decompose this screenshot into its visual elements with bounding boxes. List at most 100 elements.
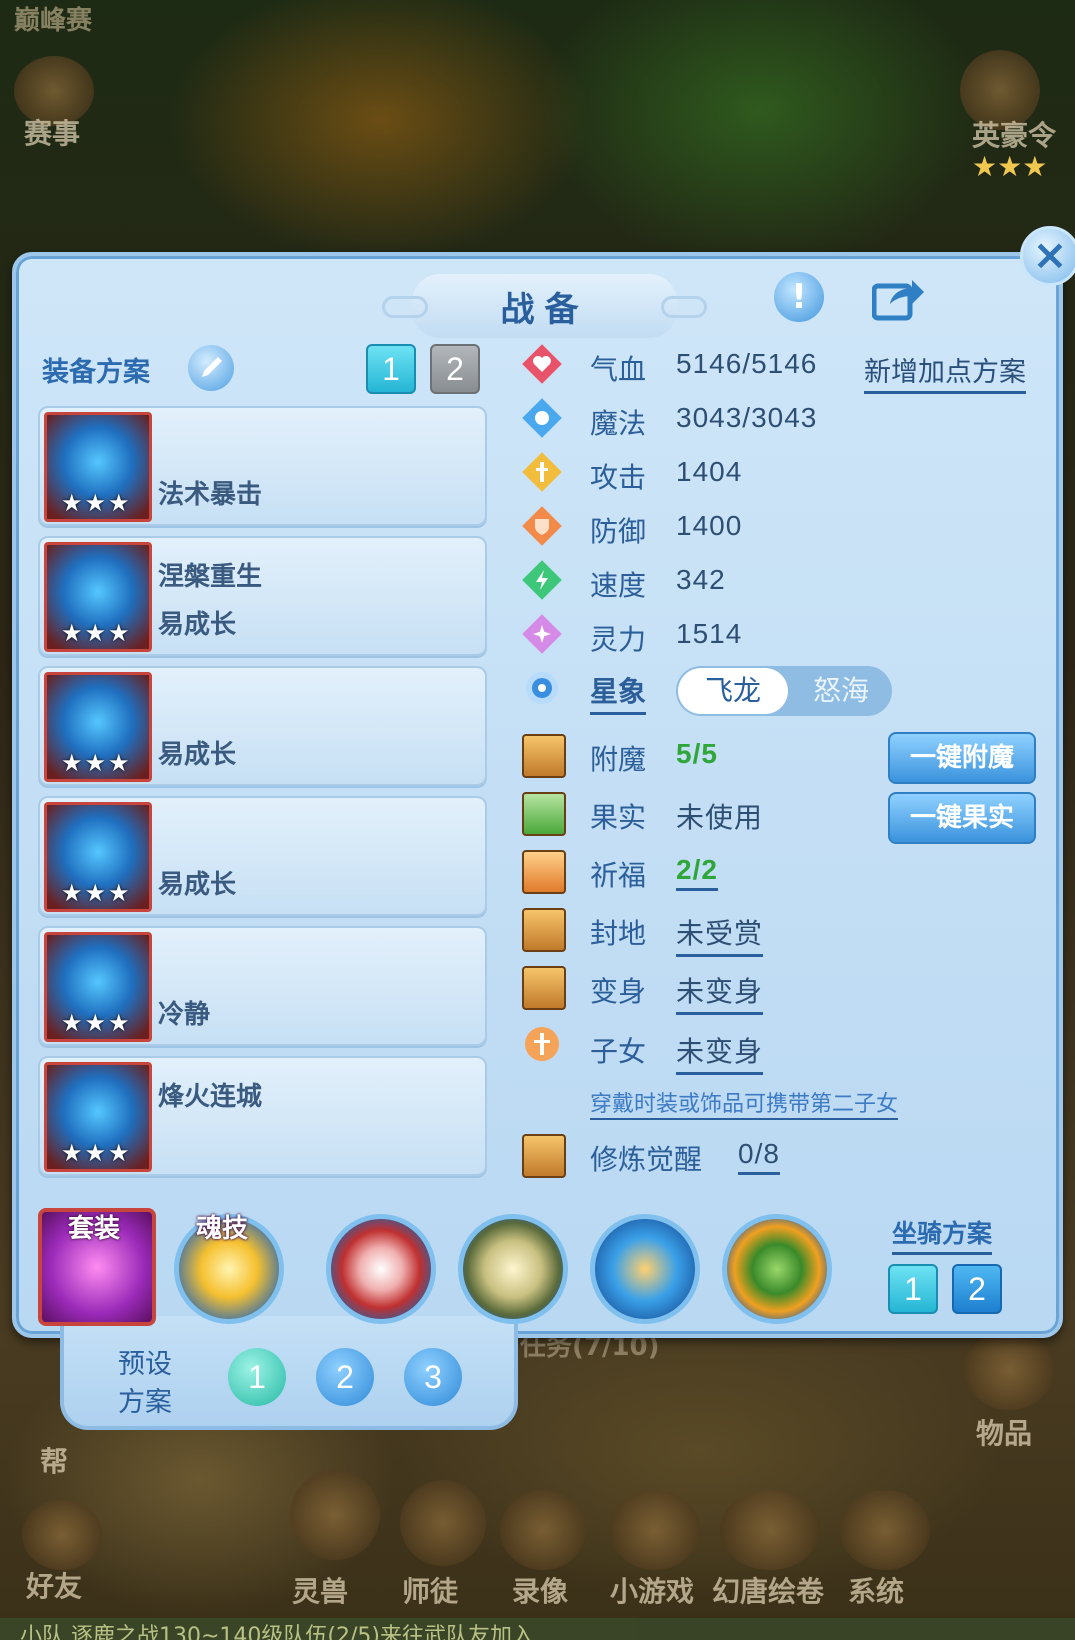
awaken-value[interactable]: 0/8 — [738, 1138, 780, 1175]
belt-icon: ★★★ — [44, 932, 152, 1042]
pet-icon[interactable] — [290, 1470, 380, 1560]
blessing-icon — [522, 850, 566, 894]
close-button[interactable]: × — [1020, 226, 1075, 286]
stat-mp-value: 3043/3043 — [676, 402, 818, 433]
fruit-icon — [522, 792, 566, 836]
slot-boots-special: 烽火连城 — [158, 1082, 263, 1112]
children-value[interactable]: 未变身 — [676, 1030, 764, 1075]
preset-label-bottom: 方案 — [118, 1387, 172, 1418]
equip-slot-weapon[interactable]: ★★★ 法术暴击 — [38, 406, 487, 526]
nav-pet[interactable]: 灵兽 — [292, 1570, 348, 1610]
constellation-option-flying-dragon[interactable]: 飞龙 — [678, 668, 788, 714]
panel-title: 战备 — [382, 274, 707, 338]
heart-icon — [522, 344, 562, 384]
friends-icon[interactable] — [22, 1500, 102, 1570]
fief-icon — [522, 908, 566, 952]
slot-helmet-effect: 易成长 — [158, 610, 237, 640]
spirit-icon — [522, 614, 562, 654]
blessing-value[interactable]: 2/2 — [676, 854, 718, 891]
nav-mentor[interactable]: 师徒 — [402, 1570, 458, 1610]
share-icon[interactable] — [872, 274, 926, 322]
items-label[interactable]: 物品 — [976, 1412, 1032, 1452]
slot-necklace-effect: 易成长 — [158, 870, 237, 900]
replay-icon[interactable] — [500, 1490, 586, 1570]
enchant-icon — [522, 734, 566, 778]
peak-match-label[interactable]: 巅峰赛 — [14, 0, 92, 37]
children-label: 子女 — [590, 1035, 647, 1068]
stat-mp-label: 魔法 — [590, 407, 647, 440]
skill-slot-3-icon[interactable] — [590, 1214, 700, 1324]
necklace-icon: ★★★ — [44, 802, 152, 912]
blessing-label: 祈福 — [590, 859, 647, 892]
stat-speed-value: 342 — [676, 564, 726, 595]
event-label[interactable]: 赛事 — [24, 112, 80, 152]
scroll-icon[interactable] — [720, 1490, 820, 1570]
constellation-label: 星象 — [590, 670, 647, 715]
weapon-icon: ★★★ — [44, 412, 152, 522]
nav-friends[interactable]: 好友 — [26, 1565, 82, 1605]
constellation-option-angry-sea[interactable]: 怒海 — [792, 668, 890, 714]
equip-plan-2-button[interactable]: 2 — [430, 344, 480, 394]
add-point-plan-link[interactable]: 新增加点方案 — [864, 350, 1026, 394]
minigame-icon[interactable] — [610, 1490, 700, 1570]
enchant-value: 5/5 — [676, 738, 718, 769]
soul-skill-label: 魂技 — [196, 1214, 249, 1244]
info-icon[interactable]: ! — [774, 272, 824, 322]
constellation-toggle[interactable]: 飞龙 怒海 — [676, 666, 892, 716]
sword-icon — [522, 452, 562, 492]
nav-minigame[interactable]: 小游戏 — [610, 1570, 694, 1610]
slot-armor-effect: 易成长 — [158, 740, 237, 770]
star-rating: ★★★ — [61, 489, 132, 517]
fruit-all-button[interactable]: 一键果实 — [888, 792, 1036, 844]
nav-replay[interactable]: 录像 — [512, 1570, 568, 1610]
equip-slot-necklace[interactable]: ★★★ 易成长 — [38, 796, 487, 916]
skill-slot-1-icon[interactable] — [326, 1214, 436, 1324]
chat-ticker[interactable]: 小队 逐鹿之战130~140级队伍(2/5)来往武队友加入 — [0, 1618, 1075, 1640]
fief-label: 封地 — [590, 917, 647, 950]
hero-token-label[interactable]: 英豪令 — [972, 114, 1056, 154]
mana-icon — [522, 398, 562, 438]
lightning-icon — [522, 560, 562, 600]
transform-value[interactable]: 未变身 — [676, 970, 764, 1015]
equip-slot-boots[interactable]: ★★★ 烽火连城 — [38, 1056, 487, 1176]
stat-attack-label: 攻击 — [590, 461, 647, 494]
transform-icon — [522, 966, 566, 1010]
shield-icon — [522, 506, 562, 546]
equip-slot-helmet[interactable]: ★★★ 涅槃重生 易成长 — [38, 536, 487, 656]
nav-system[interactable]: 系统 — [848, 1570, 904, 1610]
edit-pencil-icon[interactable] — [188, 345, 234, 391]
system-icon[interactable] — [840, 1490, 930, 1570]
meditation-icon — [522, 1134, 566, 1178]
equip-plan-label: 装备方案 — [42, 357, 150, 388]
enchant-all-button[interactable]: 一键附魔 — [888, 732, 1036, 784]
stat-defense-value: 1400 — [676, 510, 743, 541]
slot-helmet-special: 涅槃重生 — [158, 562, 263, 592]
fruit-label: 果实 — [590, 801, 647, 834]
transform-label: 变身 — [590, 975, 647, 1008]
nav-scroll[interactable]: 幻唐绘卷 — [712, 1570, 824, 1610]
equip-slot-belt[interactable]: ★★★ 冷静 — [38, 926, 487, 1046]
bag-icon[interactable] — [964, 1330, 1054, 1410]
star-rating: ★★★ — [61, 749, 132, 777]
skill-slot-4-icon[interactable] — [722, 1214, 832, 1324]
preset-1-button[interactable]: 1 — [228, 1348, 286, 1406]
awaken-label: 修炼觉醒 — [590, 1143, 703, 1176]
star-rating: ★★★ — [61, 879, 132, 907]
fruit-value: 未使用 — [676, 802, 764, 833]
fief-value[interactable]: 未受赏 — [676, 912, 764, 957]
mount-plan-1-button[interactable]: 1 — [888, 1264, 938, 1314]
preset-3-button[interactable]: 3 — [404, 1348, 462, 1406]
armor-icon: ★★★ — [44, 672, 152, 782]
equip-slot-armor[interactable]: ★★★ 易成长 — [38, 666, 487, 786]
stat-hp-label: 气血 — [590, 353, 647, 386]
stat-spirit-label: 灵力 — [590, 623, 647, 656]
equip-plan-1-button[interactable]: 1 — [366, 344, 416, 394]
guild-label[interactable]: 帮 — [40, 1440, 68, 1480]
mentor-icon[interactable] — [400, 1480, 486, 1566]
mount-plan-label: 坐骑方案 — [892, 1214, 993, 1255]
mount-plan-2-button[interactable]: 2 — [952, 1264, 1002, 1314]
preset-2-button[interactable]: 2 — [316, 1348, 374, 1406]
star-rating: ★★★ — [61, 1139, 132, 1167]
skill-slot-2-icon[interactable] — [458, 1214, 568, 1324]
suit-label: 套装 — [68, 1214, 121, 1244]
